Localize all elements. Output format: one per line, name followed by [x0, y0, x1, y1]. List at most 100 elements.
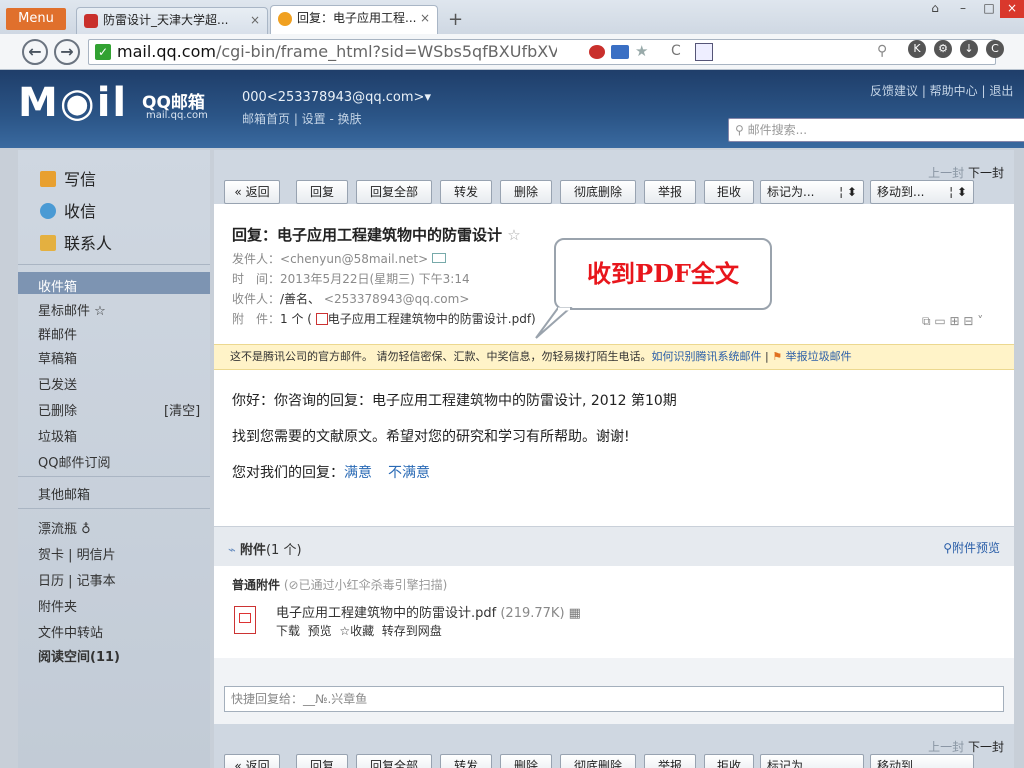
forward-mail-button[interactable]: 转发 — [440, 754, 492, 768]
report-spam-link[interactable]: 举报垃圾邮件 — [786, 350, 852, 363]
rating-line: 您对我们的回复：满意 不满意 — [232, 465, 430, 481]
reply-all-button[interactable]: 回复全部 — [356, 180, 432, 204]
preview-link[interactable]: 预览 — [308, 624, 332, 638]
send-time: 2013年5月22日(星期三) 下午3:14 — [280, 272, 470, 286]
favorite-link[interactable]: ☆收藏 — [339, 624, 374, 638]
sender-address[interactable]: <chenyun@58mail.net> — [280, 252, 428, 266]
divider — [18, 508, 210, 509]
report-button[interactable]: 举报 — [644, 180, 696, 204]
reply-button[interactable]: 回复 — [296, 180, 348, 204]
sidebar-item-cards[interactable]: 贺卡 | 明信片 — [38, 544, 116, 563]
print-tools-icon[interactable]: ⧉ ▭ ⊞ ⊟ ˅ — [922, 314, 983, 329]
forward-button[interactable]: → — [54, 39, 80, 65]
maximize-button[interactable]: □ — [976, 0, 1002, 18]
pdf-icon — [315, 313, 328, 325]
mark-as-dropdown[interactable]: 标记为... — [760, 754, 864, 768]
sidebar-item-sent[interactable]: 已发送 — [38, 374, 77, 393]
tab-close-icon[interactable]: × — [250, 8, 260, 33]
browser-menu-button[interactable]: Menu — [6, 8, 66, 30]
attachment-preview-link[interactable]: ⚲附件预览 — [943, 539, 1000, 556]
delete-forever-button[interactable]: 彻底删除 — [560, 180, 636, 204]
sidebar-item-group[interactable]: 群邮件 — [38, 324, 77, 343]
attachments-title: ⌁ 附件(1 个) — [228, 543, 302, 558]
extension-k-icon[interactable]: K — [908, 40, 926, 58]
reply-button[interactable]: 回复 — [296, 754, 348, 768]
mail-subject: 回复：电子应用工程建筑物中的防雷设计 ☆ — [232, 226, 521, 244]
reject-button[interactable]: 拒收 — [704, 180, 754, 204]
extension-c-icon[interactable]: C — [986, 40, 1004, 58]
sidebar-item-spam[interactable]: 垃圾箱 — [38, 426, 77, 445]
back-to-list-button[interactable]: « 返回 — [224, 180, 280, 204]
skin-icon[interactable]: ⌂ — [922, 0, 948, 18]
tab-qq-mail[interactable]: 回复：电子应用工程... × — [270, 5, 438, 34]
delete-forever-button[interactable]: 彻底删除 — [560, 754, 636, 768]
move-to-dropdown[interactable]: 移动到... ¦ ⬍ — [870, 180, 974, 204]
reply-all-button[interactable]: 回复全部 — [356, 754, 432, 768]
sidebar-item-attachments[interactable]: 附件夹 — [38, 596, 77, 615]
download-link[interactable]: 下载 — [276, 624, 300, 638]
qr-icon[interactable]: ▦ — [569, 606, 581, 621]
bookmark-star-icon[interactable]: ★ — [635, 42, 648, 60]
star-icon[interactable]: ☆ — [507, 226, 520, 244]
sidebar-item-inbox[interactable]: 收件箱 — [38, 276, 77, 295]
account-links[interactable]: 邮箱首页 | 设置 - 换肤 — [242, 110, 362, 127]
search-icon[interactable]: ⚲ — [877, 43, 887, 59]
prev-mail-link[interactable]: 上一封 — [928, 166, 964, 180]
quick-reply-input[interactable]: 快捷回复给：__№.兴章鱼 — [224, 686, 1004, 712]
normal-attachment-label: 普通附件 (⊘已通过小红伞杀毒引擎扫描) — [232, 578, 448, 592]
sidebar-item-drift-bottle[interactable]: 漂流瓶 ♁ — [38, 518, 91, 537]
qqmail-logo[interactable]: M◉il — [18, 80, 128, 126]
search-engine-icon[interactable] — [695, 43, 713, 61]
divider — [18, 476, 210, 477]
new-tab-button[interactable]: + — [448, 9, 463, 30]
top-links[interactable]: 反馈建议 | 帮助中心 | 退出 — [870, 82, 1013, 99]
report-button[interactable]: 举报 — [644, 754, 696, 768]
contact-card-icon[interactable] — [431, 253, 446, 263]
download-icon[interactable]: ↓ — [960, 40, 978, 58]
back-button[interactable]: ← — [22, 39, 48, 65]
sidebar-item-calendar[interactable]: 日历 | 记事本 — [38, 570, 116, 589]
compose-link[interactable]: 写信 — [40, 166, 96, 190]
forward-mail-button[interactable]: 转发 — [440, 180, 492, 204]
sidebar-item-file-transfer[interactable]: 文件中转站 — [38, 622, 103, 641]
delete-button[interactable]: 删除 — [500, 180, 552, 204]
receive-link[interactable]: 收信 — [40, 198, 96, 222]
recipient-address[interactable]: <253378943@qq.com> — [324, 292, 470, 306]
sidebar-item-subscriptions[interactable]: QQ邮件订阅 — [38, 452, 110, 471]
prev-mail-link[interactable]: 上一封 — [928, 740, 964, 754]
account-name[interactable]: 000<253378943@qq.com>▾ — [242, 90, 431, 105]
move-to-dropdown[interactable]: 移动到... — [870, 754, 974, 768]
mark-as-dropdown[interactable]: 标记为... ¦ ⬍ — [760, 180, 864, 204]
back-to-list-button[interactable]: « 返回 — [224, 754, 280, 768]
attachment-file[interactable]: 电子应用工程建筑物中的防雷设计.pdf (219.77K) ▦ — [276, 602, 581, 621]
tab-defense-design[interactable]: 防雷设计_天津大学超... × — [76, 7, 268, 34]
reload-icon[interactable]: C — [671, 43, 681, 59]
sidebar-item-drafts[interactable]: 草稿箱 — [38, 348, 77, 367]
close-window-button[interactable]: × — [1000, 0, 1024, 18]
extension-gear-icon[interactable]: ⚙ — [934, 40, 952, 58]
delete-button[interactable]: 删除 — [500, 754, 552, 768]
mail-search-input[interactable]: ⚲ 邮件搜索... — [728, 118, 1024, 142]
sidebar-item-reading[interactable]: 阅读空间(11) — [38, 646, 120, 665]
identify-official-link[interactable]: 如何识别腾讯系统邮件 — [652, 350, 762, 363]
sidebar-item-other-mailboxes[interactable]: 其他邮箱 — [38, 484, 90, 503]
save-to-disk-link[interactable]: 转存到网盘 — [382, 624, 442, 638]
screen-icon[interactable] — [611, 45, 629, 59]
sidebar-item-starred[interactable]: 星标邮件 ☆ — [38, 300, 106, 319]
next-mail-link[interactable]: 下一封 — [968, 740, 1004, 754]
clear-trash-link[interactable]: [清空] — [164, 400, 200, 419]
unsatisfied-link[interactable]: 不满意 — [388, 465, 430, 481]
adblock-icon[interactable] — [589, 45, 605, 59]
pdf-file-icon — [234, 606, 256, 634]
attachment-link[interactable]: 电子应用工程建筑物中的防雷设计.pdf) — [328, 312, 536, 326]
sidebar-item-deleted[interactable]: 已删除 — [38, 400, 77, 419]
minimize-button[interactable]: – — [950, 0, 976, 18]
recipient-name[interactable]: /善名、 — [280, 292, 320, 306]
contacts-link[interactable]: 联系人 — [40, 230, 112, 254]
reject-button[interactable]: 拒收 — [704, 754, 754, 768]
url-input[interactable]: ✓ mail.qq.com/cgi-bin/frame_html?sid=WSb… — [88, 39, 996, 65]
tab-close-icon[interactable]: × — [420, 6, 430, 31]
next-mail-link[interactable]: 下一封 — [968, 166, 1004, 180]
divider — [18, 264, 210, 265]
satisfied-link[interactable]: 满意 — [344, 465, 372, 481]
